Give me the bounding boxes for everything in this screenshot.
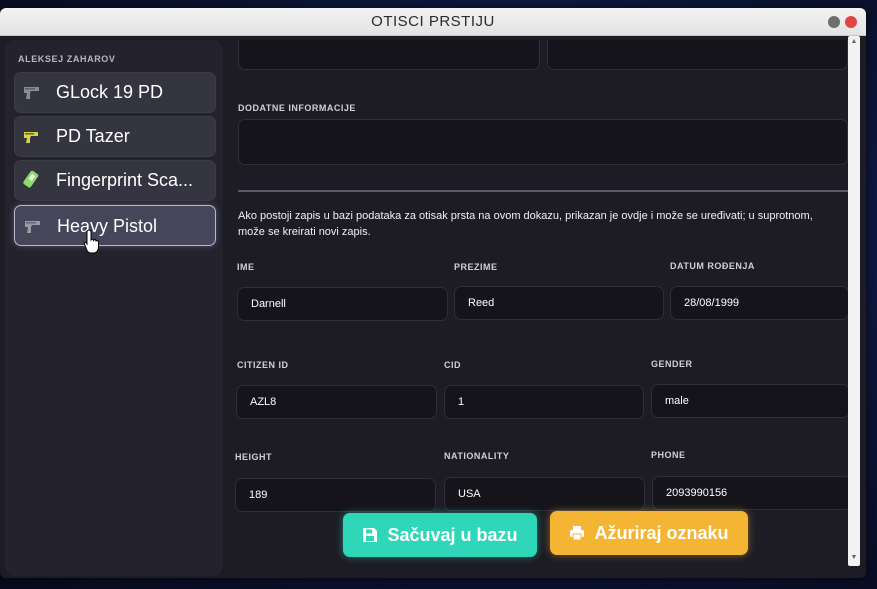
- hand-cursor-icon: [83, 229, 99, 254]
- first-name-input[interactable]: Darnell: [237, 287, 448, 321]
- additional-info-label: DODATNE INFORMACIJE: [238, 103, 356, 113]
- height-label: HEIGHT: [235, 452, 273, 462]
- cid-input[interactable]: 1: [444, 385, 644, 419]
- dob-input[interactable]: 28/08/1999: [670, 286, 849, 320]
- printer-icon: [570, 526, 585, 541]
- close-button[interactable]: [845, 16, 857, 28]
- sidebar-item-fingerprint-scanner[interactable]: Fingerprint Sca...: [14, 160, 216, 201]
- owner-name: ALEKSEJ ZAHAROV: [18, 54, 116, 64]
- dob-label: DATUM ROĐENJA: [670, 261, 755, 271]
- record-form: DODATNE INFORMACIJE Ako postoji zapis u …: [232, 36, 852, 578]
- pistol-icon: [24, 87, 39, 99]
- phone-label: PHONE: [651, 450, 686, 460]
- last-name-input[interactable]: Reed: [454, 286, 664, 320]
- nationality-label: NATIONALITY: [444, 451, 510, 461]
- update-tag-button[interactable]: Ažuriraj oznaku: [550, 511, 748, 555]
- window-title: OTISCI PRSTIJU: [371, 13, 495, 30]
- additional-info-input[interactable]: [238, 119, 848, 165]
- evidence-sidebar: ALEKSEJ ZAHAROV GLock 19 PD PD Tazer Fin…: [5, 40, 223, 576]
- save-button-label: Sačuvaj u bazu: [387, 524, 518, 545]
- sidebar-item-label: Heavy Pistol: [57, 216, 158, 236]
- window-content: ALEKSEJ ZAHAROV GLock 19 PD PD Tazer Fin…: [0, 36, 866, 578]
- sidebar-item-heavy-pistol[interactable]: Heavy Pistol: [14, 205, 216, 246]
- citizen-id-input[interactable]: AZL8: [236, 385, 437, 419]
- fingerprint-scanner-icon: [23, 170, 39, 188]
- scroll-up-arrow-icon[interactable]: ▲: [850, 38, 858, 46]
- sidebar-item-label: Fingerprint Sca...: [56, 170, 194, 190]
- title-bar: OTISCI PRSTIJU: [0, 8, 866, 36]
- citizen-id-label: CITIZEN ID: [237, 360, 289, 370]
- phone-input[interactable]: 2093990156: [652, 476, 852, 510]
- gender-label: GENDER: [651, 359, 693, 369]
- fingerprint-window: OTISCI PRSTIJU ALEKSEJ ZAHAROV GLock 19 …: [0, 8, 866, 578]
- minimize-button[interactable]: [828, 16, 840, 28]
- top-field-right[interactable]: [547, 40, 848, 70]
- sidebar-item-tazer[interactable]: PD Tazer: [14, 116, 216, 157]
- scroll-down-arrow-icon[interactable]: ▼: [850, 554, 858, 562]
- last-name-label: PREZIME: [454, 262, 498, 272]
- info-text: Ako postoji zapis u bazi podataka za oti…: [238, 210, 813, 238]
- pistol-icon: [25, 221, 40, 233]
- vertical-scrollbar[interactable]: ▲ ▼: [848, 36, 860, 566]
- first-name-label: IME: [237, 262, 255, 272]
- taser-icon: [24, 132, 38, 143]
- cid-label: CID: [444, 360, 461, 370]
- sidebar-item-label: PD Tazer: [56, 126, 130, 146]
- floppy-disk-icon: [363, 528, 378, 542]
- update-button-label: Ažuriraj oznaku: [594, 522, 729, 543]
- section-divider: [238, 190, 850, 192]
- gender-input[interactable]: male: [651, 384, 850, 418]
- nationality-input[interactable]: USA: [444, 477, 645, 511]
- top-field-left[interactable]: [238, 40, 540, 70]
- sidebar-item-glock[interactable]: GLock 19 PD: [14, 72, 216, 113]
- height-input[interactable]: 189: [235, 478, 436, 512]
- save-to-database-button[interactable]: Sačuvaj u bazu: [343, 513, 537, 557]
- sidebar-item-label: GLock 19 PD: [56, 82, 164, 102]
